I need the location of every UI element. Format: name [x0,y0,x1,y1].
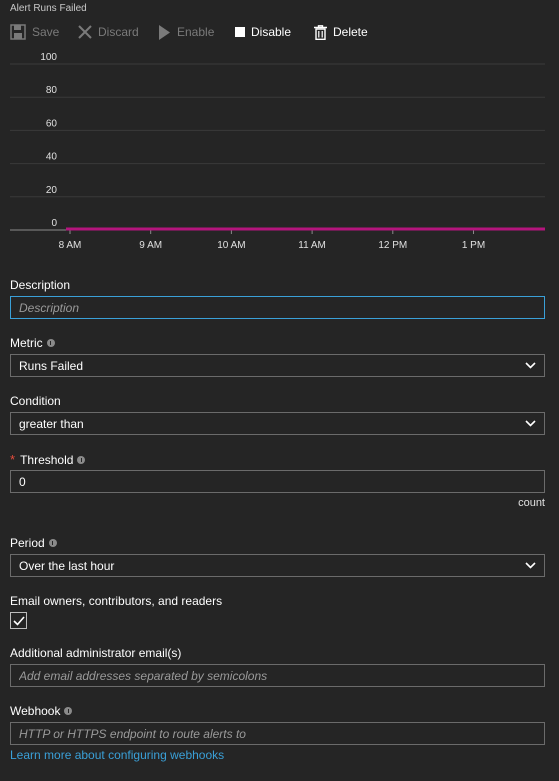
email-owners-label: Email owners, contributors, and readers [10,594,223,608]
enable-label: Enable [177,25,215,39]
info-icon[interactable] [77,455,86,464]
admin-emails-input[interactable] [10,664,545,687]
admin-emails-label: Additional administrator email(s) [10,646,182,660]
chevron-down-icon [525,420,536,427]
stop-icon [235,27,245,37]
y-tick-label: 100 [40,52,57,63]
save-icon [10,24,26,40]
x-tick-label: 10 AM [217,240,245,251]
delete-label: Delete [333,25,368,39]
period-value: Over the last hour [19,558,115,573]
threshold-input[interactable] [10,470,545,493]
discard-label: Discard [98,25,139,39]
threshold-label-text: Threshold [20,452,74,467]
period-label-text: Period [10,536,45,550]
y-tick-label: 20 [46,185,58,196]
y-tick-label: 80 [46,85,58,96]
description-label: Description [10,278,71,292]
condition-label: Condition [10,394,61,408]
blade-title: Alert Runs Failed [10,3,87,14]
info-icon[interactable] [46,339,55,347]
save-button[interactable]: Save [10,20,59,44]
condition-dropdown[interactable]: greater than [10,412,545,435]
trash-icon [314,24,327,40]
y-tick-label: 0 [51,218,57,229]
chevron-down-icon [525,362,536,369]
x-tick-label: 1 PM [462,240,485,251]
chevron-down-icon [525,562,536,569]
info-icon[interactable] [64,707,73,715]
email-owners-checkbox[interactable] [10,612,27,629]
metric-value: Runs Failed [19,358,84,373]
x-tick-label: 11 AM [298,240,326,251]
webhook-help-link[interactable]: Learn more about configuring webhooks [10,748,224,762]
disable-label: Disable [251,25,292,39]
metric-dropdown[interactable]: Runs Failed [10,354,545,377]
webhook-label-text: Webhook [10,704,61,718]
y-tick-label: 40 [46,152,58,163]
play-icon [159,24,170,40]
metric-label-text: Metric [10,336,43,350]
x-tick-label: 9 AM [139,240,162,251]
disable-button[interactable]: Disable [235,20,291,44]
description-input[interactable] [10,296,545,319]
webhook-input[interactable] [10,722,545,745]
period-dropdown[interactable]: Over the last hour [10,554,545,577]
webhook-label: Webhook [10,704,73,718]
x-tick-label: 12 PM [378,240,407,251]
discard-button[interactable]: Discard [78,20,139,44]
threshold-unit: count [518,497,545,509]
command-bar: Save Discard Enable Disable Delete [0,20,559,44]
threshold-label: * Threshold [10,452,86,467]
enable-button[interactable]: Enable [158,20,214,44]
condition-value: greater than [19,416,84,431]
delete-button[interactable]: Delete [314,20,368,44]
required-marker: * [10,452,16,467]
period-label: Period [10,536,57,550]
checkmark-icon [12,615,25,626]
close-icon [78,25,92,39]
save-label: Save [32,25,60,39]
metric-chart: 100 80 60 40 20 08 AM 9 AM 10 AM 11 AM 12 PM 1 PM [10,52,545,251]
x-tick-label: 8 AM [59,240,82,251]
metric-label: Metric [10,336,55,350]
info-icon[interactable] [48,539,57,547]
y-tick-label: 60 [46,118,58,129]
